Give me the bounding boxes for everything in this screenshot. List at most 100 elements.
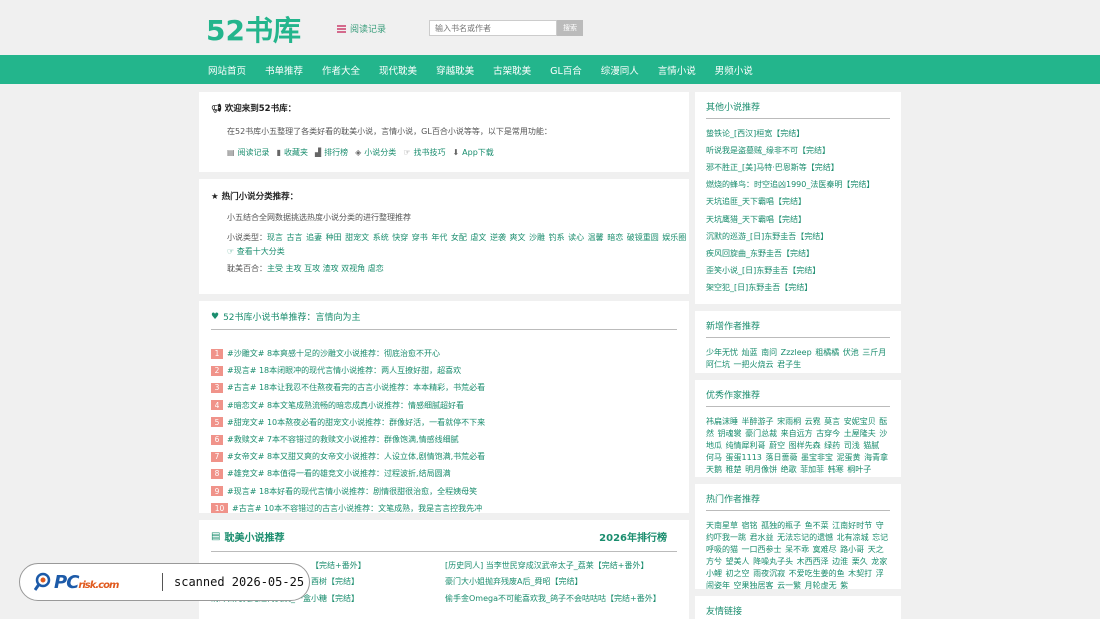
categories-link[interactable]: ◈ 小说分类 [355,147,396,158]
list-item[interactable]: 豪门大小姐抛弃残废A后_舜昭【完结】 [445,576,679,587]
welcome-description: 在52书库小五整理了各类好看的耽美小说，言情小说，GL百合小说等等，以下是常用功… [227,127,552,136]
bar-chart-icon: ▟ [314,148,322,157]
nav-modern-danmei[interactable]: 现代耽美 [379,63,417,77]
list-item[interactable]: 3 #古言# 18本让我忍不住熬夜看完的古言小说推荐：本本精彩，书荒必看 [211,379,677,396]
sidebar: 其他小说推荐 蛰铁论_[西汉]桓宽【完结】 听说我是盗墓贼_缘非不可【完结】 邪… [695,92,901,619]
novel-type-links[interactable]: 现言 古言 追妻 种田 甜宠文 系统 快穿 穿书 年代 女配 虐文 逆袭 爽文 … [267,233,686,242]
list-item[interactable]: 天坑追匪_天下霸唱【完结】 [706,193,890,210]
book-icon: ▤ [211,531,221,542]
list-item[interactable]: 4 #暗恋文# 8本文笔成熟流畅的暗恋成真小说推荐：情感细腻超好看 [211,397,677,414]
nav-gl[interactable]: GL百合 [550,63,582,77]
nav-authors[interactable]: 作者大全 [322,63,360,77]
list-item[interactable]: 7 #女帝文# 8本又甜又爽的女帝文小说推荐：人设立体,剧情饱满,书荒必看 [211,448,677,465]
nav-time-travel-danmei[interactable]: 穿越耽美 [436,63,474,77]
list-item[interactable]: 天坑鹰猎_天下霸唱【完结】 [706,210,890,227]
list-item[interactable]: 听说我是盗墓贼_缘非不可【完结】 [706,142,890,159]
star-icon: ★ [211,192,219,202]
other-novels-list: 蛰铁论_[西汉]桓宽【完结】 听说我是盗墓贼_缘非不可【完结】 邪不胜正_[美]… [706,125,890,296]
hot-authors-list[interactable]: 天南星草 宿铭 孤独的瓶子 鱼不菜 江南好时节 守约吓我一跳 君水益 无法忘记的… [706,520,890,592]
danmei-header: ▤ 耽美小说推荐 2026年排行榜 [211,529,677,552]
search-input[interactable] [429,20,557,36]
more-categories-link[interactable]: 查看十大分类 [237,247,285,256]
friend-links-panel: 友情链接 [695,596,901,619]
bookmark-icon: ▮ [276,148,281,157]
list-item[interactable]: 10 #古言# 10本不容错过的古言小说推荐：文笔成熟，我是言言控我先冲 [211,500,677,517]
nav-romance[interactable]: 言情小说 [658,63,696,77]
rank-badge: 1 [211,348,223,359]
rank-badge: 5 [211,417,223,428]
other-novels-panel: 其他小说推荐 蛰铁论_[西汉]桓宽【完结】 听说我是盗墓贼_缘非不可【完结】 邪… [695,92,901,304]
rank-badge: 9 [211,486,223,497]
list-item[interactable]: 疾风回旋曲_东野圭吾【完结】 [706,245,890,262]
divider [162,573,163,591]
list-item[interactable]: 9 #现言# 18本好看的现代言情小说推荐：剧情很甜很治愈，全程姨母笑 [211,483,677,500]
other-novels-title: 其他小说推荐 [706,100,890,119]
search-tips-link[interactable]: ☞ 找书技巧 [403,147,445,158]
list-item[interactable]: 8 #雄竞文# 8本值得一看的雄竞文小说推荐：过程波折,结局圆满 [211,465,677,482]
site-header: 52书库 阅读记录 搜索 [0,0,1100,55]
novel-type-list: 小说类型：现言 古言 追妻 种田 甜宠文 系统 快穿 穿书 年代 女配 虐文 逆… [227,233,687,256]
new-authors-list[interactable]: 少年无忧 灿蓝 南问 Zzzleep 粗橘橘 伏池 三斤月 阿仁坑 一把火烧云 … [706,347,890,371]
list-item[interactable]: 6 #救赎文# 7本不容错过的救赎文小说推荐：群像饱满,情感线细腻 [211,431,677,448]
hot-authors-panel: 热门作者推荐 天南星草 宿铭 孤独的瓶子 鱼不菜 江南好时节 守约吓我一跳 君水… [695,484,901,592]
new-authors-panel: 新增作者推荐 少年无忧 灿蓝 南问 Zzzleep 粗橘橘 伏池 三斤月 阿仁坑… [695,311,901,373]
favorites-link[interactable]: ▮ 收藏夹 [277,147,308,158]
list-item[interactable]: 蛰铁论_[西汉]桓宽【完结】 [706,125,890,142]
list-item[interactable]: 歪笑小说_[日]东野圭吾【完结】 [706,262,890,279]
heart-icon: ♥ [211,311,220,322]
rank-badge: 4 [211,400,223,411]
reading-record-func-link[interactable]: ▤ 阅读记录 [227,147,270,158]
rank-badge: 10 [211,503,228,514]
nav-male-novels[interactable]: 男频小说 [715,63,753,77]
book-recommendation-panel: ♥ 52书库小说书单推荐：言情向为主 1 #沙雕文# 8本爽感十足的沙雕文小说推荐… [199,301,689,514]
pcrisk-logo: PCrisk.com [34,572,152,593]
good-authors-panel: 优秀作家推荐 祎扁沫睡 半醉游子 宋雨桐 云霓 莫言 安妮宝贝 酝然 钥魂裳 豪… [695,380,901,477]
function-links: ▤ 阅读记录 ▮ 收藏夹 ▟ 排行榜 ◈ 小说分类 ☞ 找书技巧 ⬇ App下载 [227,147,677,158]
book-rec-list: 1 #沙雕文# 8本爽感十足的沙雕文小说推荐：彻底治愈不开心 2 #现言# 18本闭… [211,345,677,517]
list-item[interactable]: 邪不胜正_[美]马特·巴恩斯等【完结】 [706,159,890,176]
nav-fanfic[interactable]: 综漫同人 [601,63,639,77]
hot-categories-title: ★ 热门小说分类推荐： [211,192,299,202]
reading-record-link[interactable]: 阅读记录 [337,22,386,35]
list-item[interactable]: 5 #甜宠文# 10本熬夜必看的甜宠文小说推荐：群像好活，一看就停不下来 [211,414,677,431]
search-button[interactable]: 搜索 [557,20,583,36]
list-item[interactable]: 沉默的巡游_[日]东野圭吾【完结】 [706,228,890,245]
rank-badge: 7 [211,451,223,462]
rank-badge: 2 [211,365,223,376]
rank-badge: 8 [211,468,223,479]
welcome-panel: 📢︎ 欢迎来到52书库： 在52书库小五整理了各类好看的耽美小说，言情小说，GL… [199,92,689,172]
app-download-link[interactable]: ⬇ App下载 [452,147,493,158]
list-item[interactable]: 1 #沙雕文# 8本爽感十足的沙雕文小说推荐：彻底治愈不开心 [211,345,677,362]
new-authors-title: 新增作者推荐 [706,319,890,338]
nav-home[interactable]: 网站首页 [208,63,246,77]
reading-record-label: 阅读记录 [350,25,387,35]
search-form: 搜索 [429,20,583,36]
danmei-title[interactable]: ▤ 耽美小说推荐 [211,529,284,544]
hot-authors-title: 热门作者推荐 [706,492,890,511]
rank-badge: 3 [211,382,223,393]
scan-date: scanned 2026-05-25 [174,575,305,589]
list-item[interactable]: 偷手金Omega不可能喜欢我_鸽子不会咕咕咕【完结+番外】 [445,593,679,604]
list-item[interactable]: 燃烧的蜂鸟：时空追凶1990_法医秦明【完结】 [706,176,890,193]
book-icon: ▤ [227,148,235,157]
list-item[interactable]: 架空犯_[日]东野圭吾【完结】 [706,279,890,296]
magnifier-icon [34,572,51,591]
danmei-type-list: 耽美百合：主受 主攻 互攻 渣攻 双视角 虐恋 [227,264,384,273]
hand-point-icon: ☞ [403,148,411,157]
good-authors-list[interactable]: 祎扁沫睡 半醉游子 宋雨桐 云霓 莫言 安妮宝贝 酝然 钥魂裳 豪门总裁 来自远… [706,416,890,476]
hand-point-icon: ☞ [227,247,235,256]
nav-ancient-danmei[interactable]: 古架耽美 [493,63,531,77]
ranking-link[interactable]: 2026年排行榜 [599,529,667,544]
list-item[interactable]: 2 #现言# 18本闭眼冲的现代言情小说推荐：两人互撩好甜，超喜欢 [211,362,677,379]
main-column: 📢︎ 欢迎来到52书库： 在52书库小五整理了各类好看的耽美小说，言情小说，GL… [199,92,689,619]
list-item[interactable]: [历史同人] 当李世民穿成汉武帝太子_荔莱【完结+番外】 [445,560,679,571]
site-logo[interactable]: 52书库 [206,9,301,49]
nav-booklist[interactable]: 书单推荐 [265,63,303,77]
rank-badge: 6 [211,434,223,445]
ranking-link[interactable]: ▟ 排行榜 [315,147,348,158]
danmei-type-links[interactable]: 主受 主攻 互攻 渣攻 双视角 虐恋 [267,264,384,273]
download-icon: ⬇ [452,148,460,157]
megaphone-icon: 📢︎ [211,104,222,114]
list-icon [337,24,346,33]
book-rec-title: ♥ 52书库小说书单推荐：言情向为主 [211,310,677,330]
